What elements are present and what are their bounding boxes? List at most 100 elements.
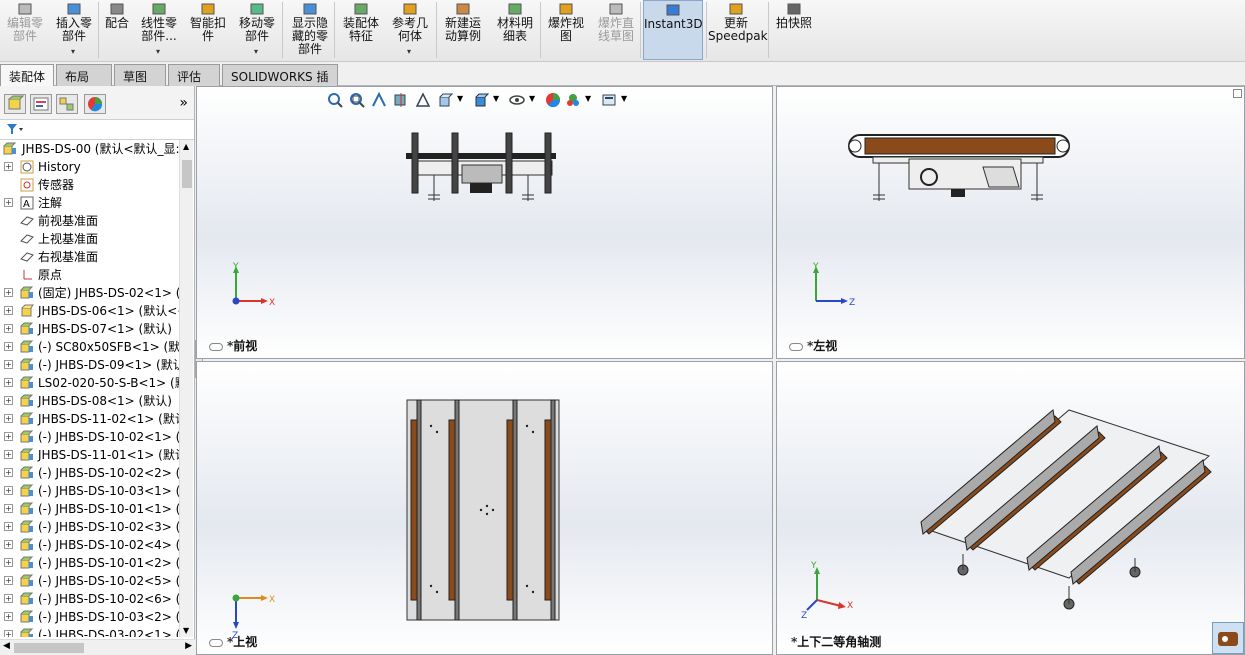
tab-sketch[interactable]: 草图	[114, 64, 166, 86]
tree-item[interactable]: 原点	[0, 266, 180, 284]
previous-view-icon[interactable]	[371, 92, 387, 108]
viewport-isometric[interactable]: Y X Z *上下二等角轴测	[776, 361, 1245, 655]
expand-icon[interactable]: +	[4, 324, 13, 333]
chevron-down-icon[interactable]: ▾	[156, 45, 160, 58]
expand-icon[interactable]: +	[4, 540, 13, 549]
expand-icon[interactable]: +	[4, 342, 13, 351]
tree-item[interactable]: + JHBS-DS-06<1> (默认<<	[0, 302, 180, 320]
expand-icon[interactable]: +	[4, 612, 13, 621]
scroll-right-arrow-icon[interactable]: ▶	[185, 641, 192, 651]
expand-icon[interactable]: +	[4, 450, 13, 459]
insert-components-button[interactable]: 插入零 部件 ▾	[50, 0, 98, 60]
expand-icon[interactable]: +	[4, 558, 13, 567]
tree-item[interactable]: 传感器	[0, 176, 180, 194]
dynamic-annotation-icon[interactable]	[415, 92, 431, 108]
explode-line-sketch-button[interactable]: 爆炸直 线草图	[594, 0, 638, 60]
tree-item[interactable]: + (-) JHBS-DS-10-02<3> (	[0, 518, 180, 536]
scroll-down-arrow-icon[interactable]: ▼	[183, 626, 189, 635]
expand-icon[interactable]: +	[4, 288, 13, 297]
expand-icon[interactable]: +	[4, 306, 13, 315]
apply-scene-icon[interactable]	[565, 92, 581, 108]
tree-item[interactable]: + JHBS-DS-11-02<1> (默认	[0, 410, 180, 428]
display-style-icon[interactable]	[473, 92, 489, 108]
expand-icon[interactable]: +	[4, 432, 13, 441]
expand-icon[interactable]: +	[4, 396, 13, 405]
tree-item[interactable]: + (-) JHBS-DS-03-02<1> (	[0, 626, 180, 637]
viewport-top[interactable]: X Z *上视	[196, 361, 773, 655]
chevron-down-icon[interactable]: ▼	[585, 94, 591, 103]
exploded-view-button[interactable]: 爆炸视 图	[544, 0, 588, 60]
configuration-manager-tab-icon[interactable]	[56, 94, 78, 114]
tree-item[interactable]: + JHBS-DS-11-01<1> (默认	[0, 446, 180, 464]
expand-icon[interactable]: +	[4, 378, 13, 387]
expand-icon[interactable]: +	[4, 198, 13, 207]
viewport-corner-icon[interactable]	[1233, 89, 1242, 98]
show-hidden-components-button[interactable]: 显示隐 藏的零 部件	[286, 0, 334, 60]
view-settings-icon[interactable]	[601, 92, 617, 108]
edit-appearance-icon[interactable]	[545, 92, 561, 108]
expand-icon[interactable]: +	[4, 594, 13, 603]
scroll-up-arrow-icon[interactable]: ▲	[183, 142, 189, 151]
tree-item[interactable]: + (-) JHBS-DS-09<1> (默认	[0, 356, 180, 374]
display-manager-tab-icon[interactable]	[84, 94, 106, 114]
tree-item[interactable]: + (-) JHBS-DS-10-02<1> (	[0, 428, 180, 446]
tree-item[interactable]: + History	[0, 158, 180, 176]
tree-item[interactable]: + (-) JHBS-DS-10-03<1> (	[0, 482, 180, 500]
tree-item[interactable]: + (-) JHBS-DS-10-02<6> (	[0, 590, 180, 608]
chevron-down-icon[interactable]: ▼	[493, 94, 499, 103]
expand-icon[interactable]: +	[4, 414, 13, 423]
tree-item[interactable]: + JHBS-DS-07<1> (默认)	[0, 320, 180, 338]
chevron-down-icon[interactable]: ▾	[407, 45, 411, 58]
scrollbar-thumb[interactable]	[182, 160, 192, 188]
instant3d-button[interactable]: Instant3D	[643, 0, 703, 60]
chevron-down-icon[interactable]: ▾	[254, 45, 258, 58]
tree-item[interactable]: + (固定) JHBS-DS-02<1> (	[0, 284, 180, 302]
tree-item[interactable]: + (-) JHBS-DS-10-03<2> (	[0, 608, 180, 626]
assembly-features-button[interactable]: 装配体 特征	[338, 0, 384, 60]
tree-root-assembly[interactable]: JHBS-DS-00 (默认<默认_显:	[0, 140, 180, 158]
reference-geometry-button[interactable]: 参考几 何体 ▾	[388, 0, 432, 60]
section-view-icon[interactable]	[393, 92, 409, 108]
scrollbar-thumb[interactable]	[14, 643, 84, 653]
viewport-front[interactable]: ▼ ▼ ▼ ▼ ▼ Y X *前视	[196, 86, 773, 359]
chevron-down-icon[interactable]: ▼	[457, 94, 463, 103]
tree-item[interactable]: + A 注解	[0, 194, 180, 212]
tree-vertical-scrollbar[interactable]: ▲ ▼	[179, 140, 193, 637]
zoom-to-area-icon[interactable]	[349, 92, 365, 108]
update-speedpak-button[interactable]: 更新 Speedpak	[708, 0, 768, 60]
tab-solidworks-addins[interactable]: SOLIDWORKS 插件	[222, 64, 338, 101]
edit-component-button[interactable]: 编辑零 部件	[3, 0, 47, 60]
tree-item[interactable]: + (-) JHBS-DS-10-02<5> (	[0, 572, 180, 590]
zoom-to-fit-icon[interactable]	[327, 92, 343, 108]
tree-item[interactable]: + JHBS-DS-08<1> (默认)	[0, 392, 180, 410]
scroll-left-arrow-icon[interactable]: ◀	[3, 641, 10, 651]
expand-icon[interactable]: +	[4, 468, 13, 477]
hide-show-items-icon[interactable]	[509, 92, 525, 108]
panel-expand-button[interactable]: »	[179, 95, 188, 111]
filter-icon[interactable]	[6, 123, 24, 138]
move-component-button[interactable]: 移动零 部件 ▾	[234, 0, 280, 60]
tree-item[interactable]: 右视基准面	[0, 248, 180, 266]
tab-assembly[interactable]: 装配体	[0, 64, 54, 86]
expand-icon[interactable]: +	[4, 522, 13, 531]
tree-item[interactable]: + (-) JHBS-DS-10-01<1> (	[0, 500, 180, 518]
expand-icon[interactable]: +	[4, 162, 13, 171]
tree-horizontal-scrollbar[interactable]: ◀ ▶	[0, 639, 195, 655]
expand-icon[interactable]: +	[4, 360, 13, 369]
bill-of-materials-button[interactable]: 材料明 细表	[492, 0, 538, 60]
expand-icon[interactable]: +	[4, 504, 13, 513]
expand-icon[interactable]: +	[4, 576, 13, 585]
chevron-down-icon[interactable]: ▼	[529, 94, 535, 103]
tree-item[interactable]: + LS02-020-50-S-B<1> (默	[0, 374, 180, 392]
tree-item[interactable]: + (-) SC80x50SFB<1> (默认	[0, 338, 180, 356]
view-orientation-icon[interactable]	[437, 92, 453, 108]
linear-pattern-button[interactable]: 线性零 部件... ▾	[136, 0, 182, 60]
chevron-down-icon[interactable]: ▾	[71, 45, 75, 58]
tab-layout[interactable]: 布局	[56, 64, 112, 86]
tree-item[interactable]: 前视基准面	[0, 212, 180, 230]
task-pane-icon[interactable]	[1212, 622, 1244, 654]
tree-item[interactable]: + (-) JHBS-DS-10-02<4> (	[0, 536, 180, 554]
chevron-down-icon[interactable]: ▼	[621, 94, 627, 103]
tree-item[interactable]: + (-) JHBS-DS-10-01<2> (	[0, 554, 180, 572]
viewport-left[interactable]: Y Z *左视	[776, 86, 1245, 359]
